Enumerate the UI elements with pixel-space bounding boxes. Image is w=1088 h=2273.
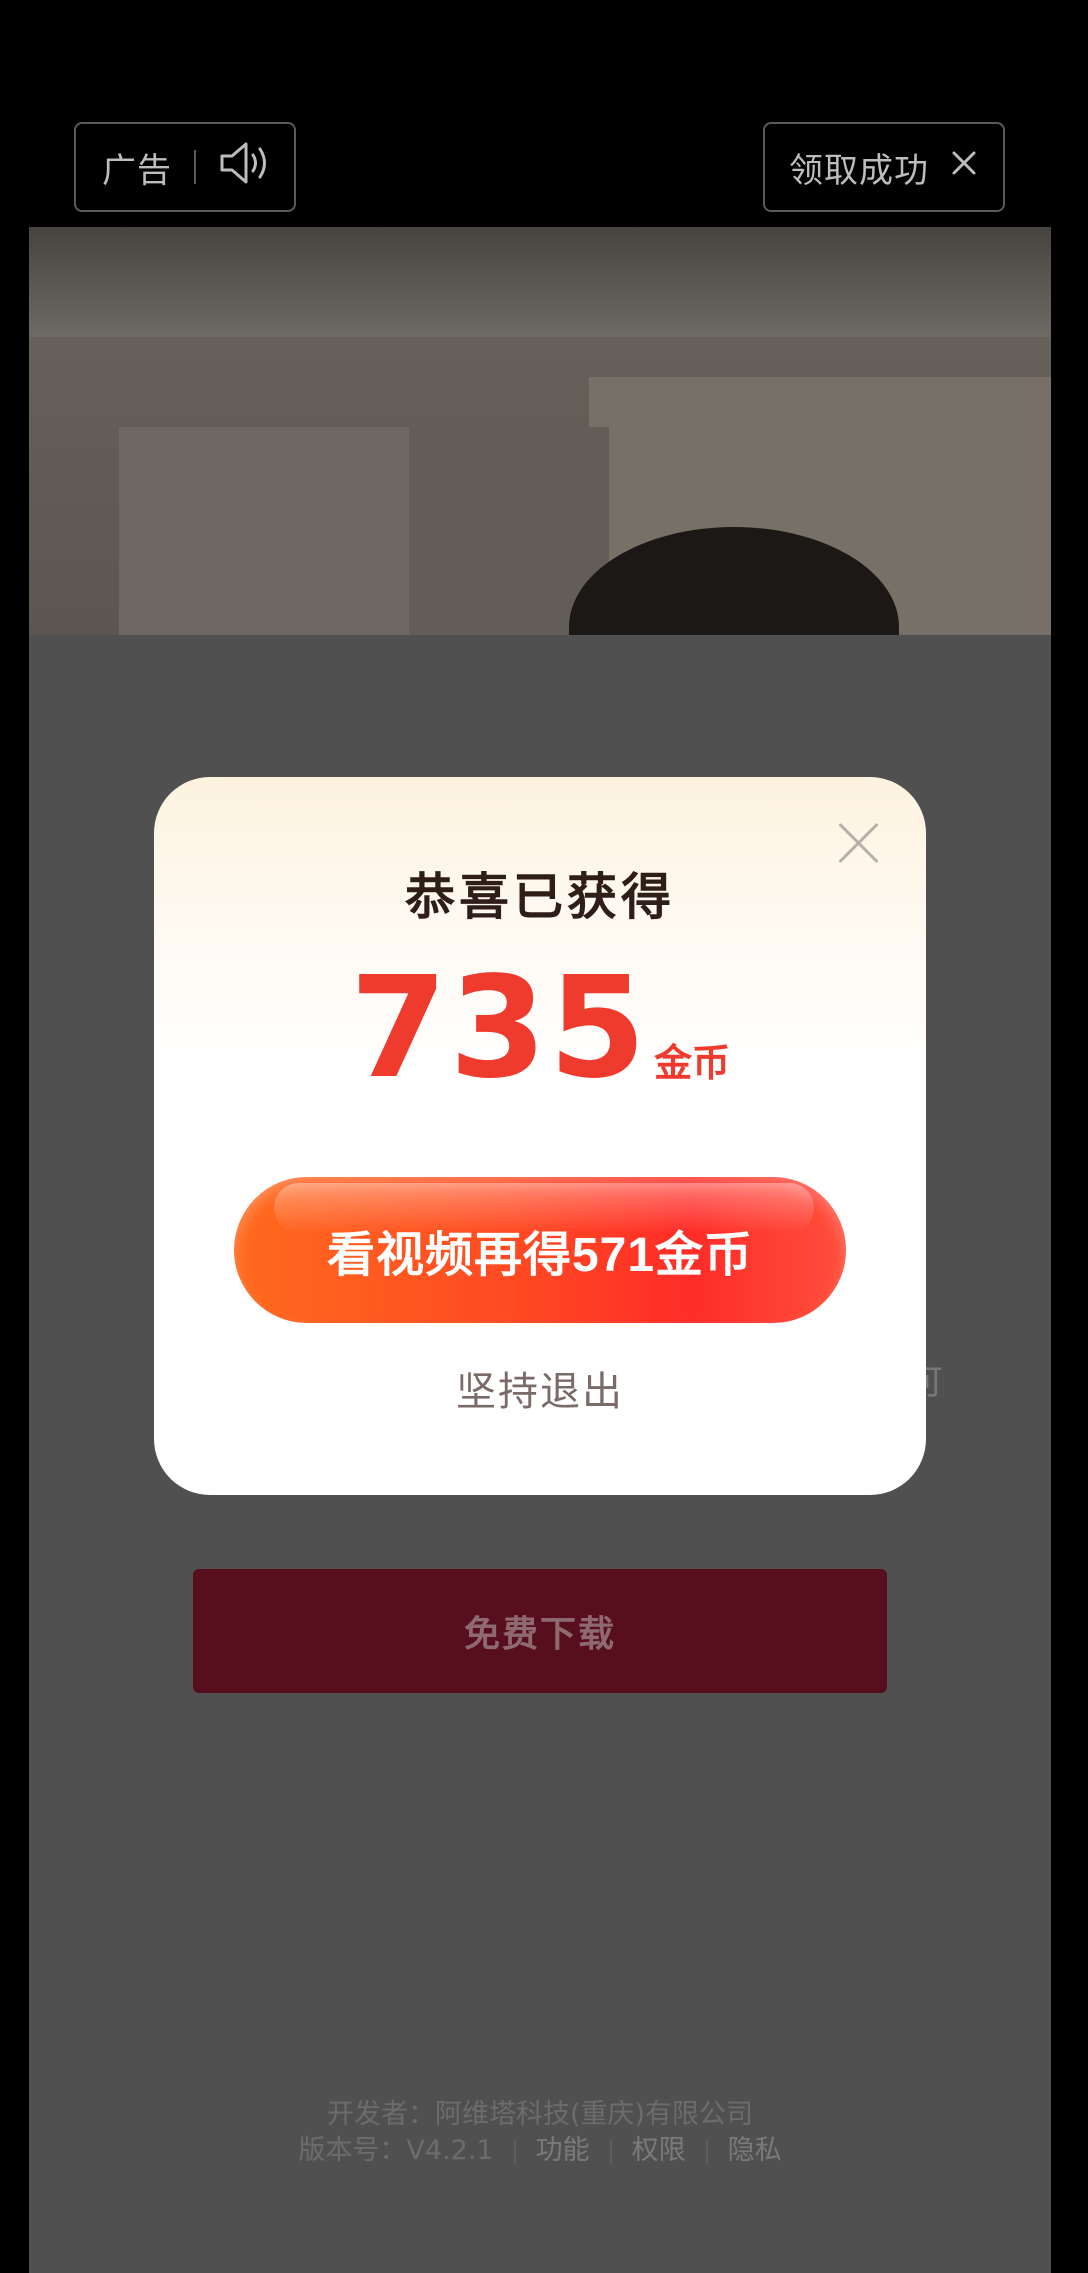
features-link[interactable]: 功能 <box>536 2135 590 2166</box>
coin-unit: 金币 <box>654 1041 731 1085</box>
developer-info: 开发者：阿维塔科技(重庆)有限公司 <box>326 2099 754 2130</box>
privacy-link[interactable]: 隐私 <box>728 2135 782 2166</box>
free-download-button[interactable]: 免费下载 <box>193 1569 887 1693</box>
close-icon[interactable] <box>949 147 979 187</box>
exit-button[interactable]: 坚持退出 <box>154 1359 926 1417</box>
claim-label: 领取成功 <box>789 150 929 191</box>
divider <box>705 2139 708 2164</box>
divider <box>513 2139 516 2164</box>
ad-footer: 开发者：阿维塔科技(重庆)有限公司 版本号：V4.2.1 功能 权限 隐私 <box>29 2097 1051 2169</box>
dialog-title: 恭喜已获得 <box>405 868 675 926</box>
ad-badge[interactable]: 广告 <box>74 122 296 212</box>
divider <box>194 150 196 184</box>
video-frame <box>29 227 1051 635</box>
version-info: 版本号：V4.2.1 <box>298 2135 494 2166</box>
dim-overlay <box>29 227 1051 635</box>
ad-label: 广告 <box>102 150 172 191</box>
speaker-icon[interactable] <box>218 140 272 195</box>
watch-video-label: 看视频再得571金币 <box>326 1229 754 1282</box>
claim-success-button[interactable]: 领取成功 <box>763 122 1005 212</box>
coin-count: 735 <box>349 947 649 1110</box>
reward-dialog: 恭喜已获得 735 金币 看视频再得571金币 坚持退出 <box>154 777 926 1495</box>
watch-video-button[interactable]: 看视频再得571金币 <box>234 1177 846 1323</box>
permissions-link[interactable]: 权限 <box>632 2135 686 2166</box>
reward-amount: 735 金币 <box>154 947 926 1110</box>
screen: 广告 领取成功 可 免费下载 开发者：阿维塔科技(重庆)有限公司 版本号：V4.… <box>0 0 1088 2273</box>
version-row: 版本号：V4.2.1 功能 权限 隐私 <box>29 2133 1051 2169</box>
divider <box>609 2139 612 2164</box>
